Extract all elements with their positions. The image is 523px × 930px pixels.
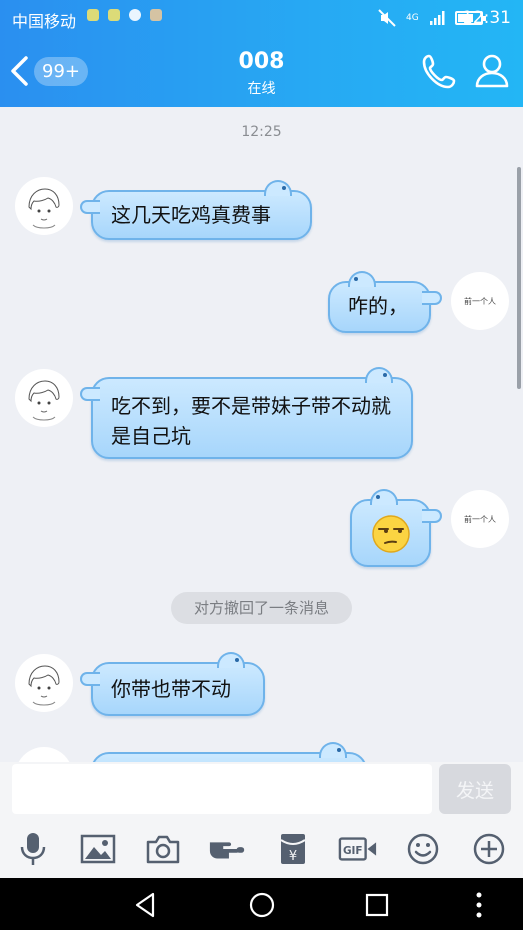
camera-button[interactable] (143, 829, 183, 869)
square-recents-icon (365, 893, 389, 917)
message-bubble[interactable]: 这几天吃鸡真费事 (80, 180, 312, 240)
gif-label: GIF (343, 845, 363, 857)
bubble-decoration (370, 489, 398, 505)
gif-button[interactable]: GIF (338, 829, 378, 869)
anime-avatar-icon (28, 665, 60, 706)
bubble-tail (80, 387, 100, 401)
status-bar: 中国移动 4G 12:31 (0, 0, 523, 35)
circle-home-icon (249, 892, 275, 918)
poke-button[interactable] (208, 829, 248, 869)
scrollbar[interactable] (517, 167, 521, 389)
message-list[interactable]: 12:25 这几天吃鸡真费事 咋的， 前一个人 吃不到，要不是带妹子带不动就是自… (0, 107, 523, 762)
carrier-name: 中国移动 (12, 12, 77, 31)
self-avatar[interactable]: 前一个人 (451, 490, 509, 548)
bubble-tail (80, 200, 100, 214)
clock: 12:31 (462, 8, 511, 28)
avatar-text: 前一个人 (464, 514, 496, 524)
chat-toolbar: ¥ GIF (0, 820, 523, 878)
message-input[interactable] (12, 764, 432, 814)
red-packet-icon: ¥ (280, 834, 306, 864)
mute-icon (378, 9, 396, 27)
phone-icon (422, 54, 456, 89)
nav-home-button[interactable] (247, 890, 277, 920)
notification-icon (87, 9, 99, 21)
nav-back-button[interactable] (131, 890, 161, 920)
voice-button[interactable] (13, 829, 53, 869)
anime-avatar-icon (28, 188, 60, 229)
message-timestamp: 12:25 (241, 124, 282, 140)
bubble-decoration (319, 742, 347, 758)
bubble-decoration (365, 367, 393, 383)
bubble-tail (80, 672, 100, 686)
image-icon (80, 834, 116, 864)
red-packet-button[interactable]: ¥ (273, 829, 313, 869)
emoji-button[interactable] (403, 829, 443, 869)
message-bubble[interactable]: 吃不到，要不是带妹子带不动就是自己坑 (80, 367, 413, 459)
notification-icons (87, 9, 162, 21)
message-text: 这几天吃鸡真费事 (111, 203, 271, 227)
image-button[interactable] (78, 829, 118, 869)
bubble-tail (422, 509, 442, 523)
hand-icon (209, 842, 245, 859)
anime-avatar-icon (28, 380, 60, 421)
vertical-dots-icon (476, 892, 482, 918)
send-button[interactable]: 发送 (439, 764, 511, 814)
bubble-decoration (264, 180, 292, 196)
emoji-icon (407, 833, 439, 865)
contact-avatar[interactable] (15, 177, 73, 235)
message-text: 你带也带不动 (111, 677, 231, 701)
nav-recents-button[interactable] (362, 890, 392, 920)
emoji-message-bubble[interactable] (350, 489, 442, 567)
gif-icon: GIF (338, 837, 377, 861)
self-avatar[interactable]: 前一个人 (451, 272, 509, 330)
message-bubble[interactable]: 咋的， (328, 271, 442, 333)
input-bar: 发送 (0, 762, 523, 820)
notification-icon (129, 9, 141, 21)
triangle-back-icon (135, 892, 155, 918)
contact-avatar[interactable] (15, 654, 73, 712)
unamused-face-icon (372, 515, 410, 553)
contact-avatar[interactable] (15, 747, 73, 762)
person-icon (475, 54, 509, 88)
network-type: 4G (406, 12, 419, 23)
chat-header: 99+ 008 在线 (0, 35, 523, 107)
notification-icon (150, 9, 162, 21)
recall-notice: 对方撤回了一条消息 (171, 592, 352, 624)
profile-button[interactable] (472, 51, 512, 91)
notification-icon (108, 9, 120, 21)
signal-icon (429, 11, 445, 25)
avatar-text: 前一个人 (464, 296, 496, 306)
bubble-decoration (217, 652, 245, 668)
contact-avatar[interactable] (15, 369, 73, 427)
message-text: 咋的， (348, 294, 408, 318)
nav-menu-button[interactable] (464, 890, 494, 920)
message-bubble[interactable] (91, 742, 367, 762)
bubble-tail (422, 291, 442, 305)
bubble-decoration (348, 271, 376, 287)
more-button[interactable] (469, 829, 509, 869)
yuan-symbol: ¥ (289, 849, 297, 864)
message-bubble[interactable]: 你带也带不动 (80, 652, 265, 716)
system-nav-bar (0, 878, 523, 930)
microphone-icon (20, 833, 46, 865)
call-button[interactable] (420, 51, 460, 91)
message-text: 吃不到，要不是带妹子带不动就是自己坑 (111, 394, 391, 448)
plus-icon (473, 833, 505, 865)
camera-icon (146, 835, 180, 864)
